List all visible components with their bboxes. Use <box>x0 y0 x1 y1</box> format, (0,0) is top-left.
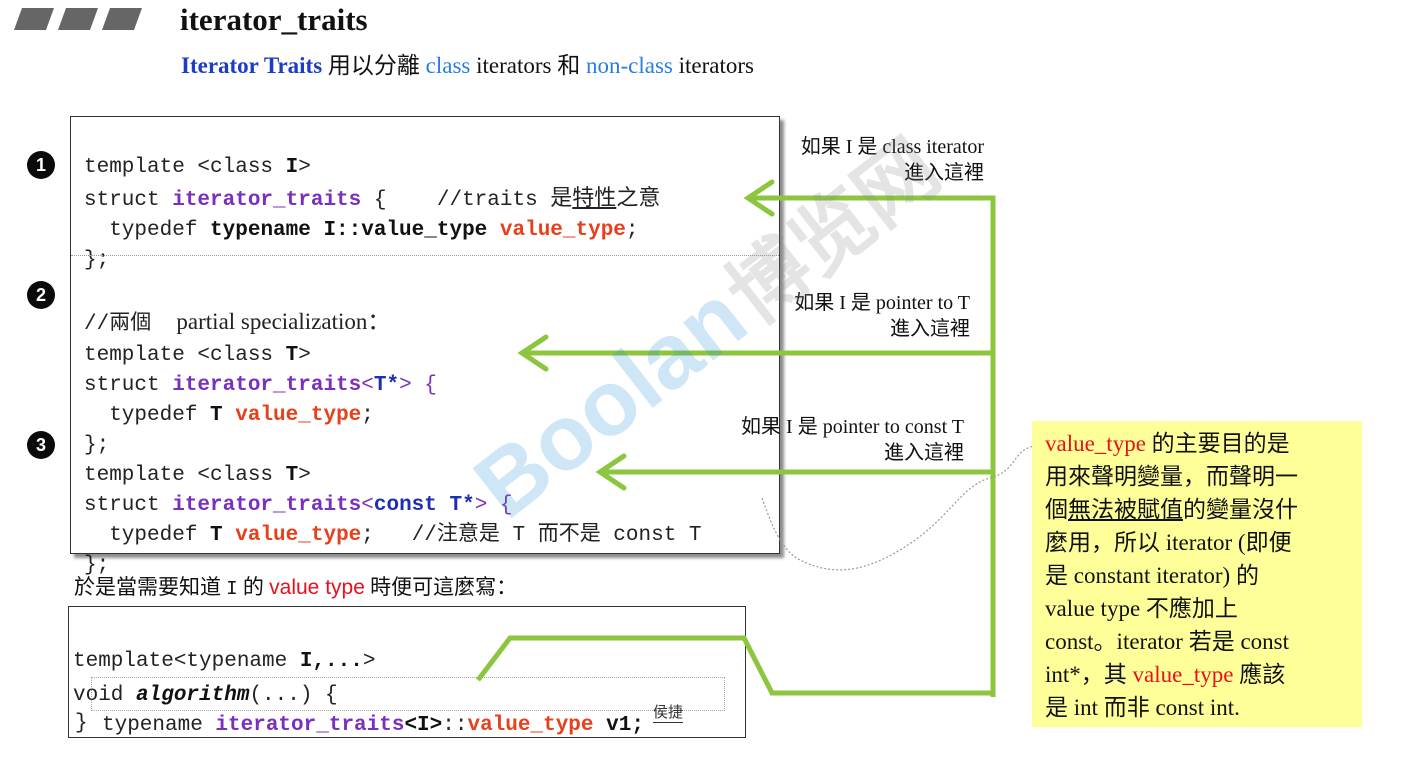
code-line: } <box>75 712 88 735</box>
section-divider <box>71 255 779 256</box>
usage-caption: 於是當需要知道 I 的 value type 時便可這麼寫： <box>74 575 518 600</box>
code-line: typedef typename I::value_type value_typ… <box>84 219 639 242</box>
author-watermark: 侯捷 <box>653 701 684 723</box>
code-line: }; <box>84 249 110 272</box>
note-line: 麼用，所以 iterator (即便 <box>1045 530 1292 555</box>
traits-code-box: template <class I> struct iterator_traits… <box>70 116 780 577</box>
code-line: template <class T> <box>84 344 311 367</box>
note-line: value_type 的主要目的是 <box>1045 431 1290 456</box>
usage-declaration-line: typename iterator_traits<I>::value_type … <box>91 677 725 737</box>
header-decoration <box>14 8 154 32</box>
note-line: 是 constant iterator) 的 <box>1045 563 1259 588</box>
note-line: 是 int 而非 const int. <box>1045 695 1240 720</box>
step-badge-2: 2 <box>27 281 55 309</box>
annotation-pointer-to-t: 如果 I 是 pointer to T 進入這裡 <box>794 292 970 340</box>
code-line: struct iterator_traits { //traits 是特性之意 <box>84 185 661 212</box>
usage-code-box: template<typename I,...> void algorithm(.… <box>68 606 746 738</box>
code-line: }; <box>84 434 110 457</box>
step-badge-3: 3 <box>27 431 55 459</box>
code-line: struct iterator_traits<T*> { <box>84 374 437 397</box>
code-line: typedef T value_type; //注意是 T 而不是 const … <box>84 524 702 547</box>
step-badge-1: 1 <box>27 151 55 179</box>
code-line: template <class T> <box>84 464 311 487</box>
code-line: typedef T value_type; <box>84 404 374 427</box>
code-line: template <class I> <box>84 156 311 179</box>
comment-line: //兩個 partial specialization： <box>84 309 391 336</box>
note-line: value type 不應加上 <box>1045 596 1238 621</box>
side-note-text: value_type 的主要目的是 用來聲明變量，而聲明一 個無法被賦值的變量沒… <box>1045 427 1365 724</box>
page-subtitle: Iterator Traits 用以分離 class iterators 和 n… <box>181 53 754 78</box>
code-line: template<typename I,...> <box>73 650 376 673</box>
page-title: iterator_traits <box>180 2 368 37</box>
note-line: int*，其 value_type 應該 <box>1045 662 1286 687</box>
annotation-class-iterator: 如果 I 是 class iterator 進入這裡 <box>800 136 984 184</box>
note-line: const。iterator 若是 const <box>1045 629 1290 654</box>
note-line: 個無法被賦值的變量沒什 <box>1045 497 1298 522</box>
code-line: struct iterator_traits<const T*> { <box>84 494 513 517</box>
note-line: 用來聲明變量，而聲明一 <box>1045 464 1298 489</box>
annotation-pointer-to-const-t: 如果 I 是 pointer to const T 進入這裡 <box>741 416 964 464</box>
